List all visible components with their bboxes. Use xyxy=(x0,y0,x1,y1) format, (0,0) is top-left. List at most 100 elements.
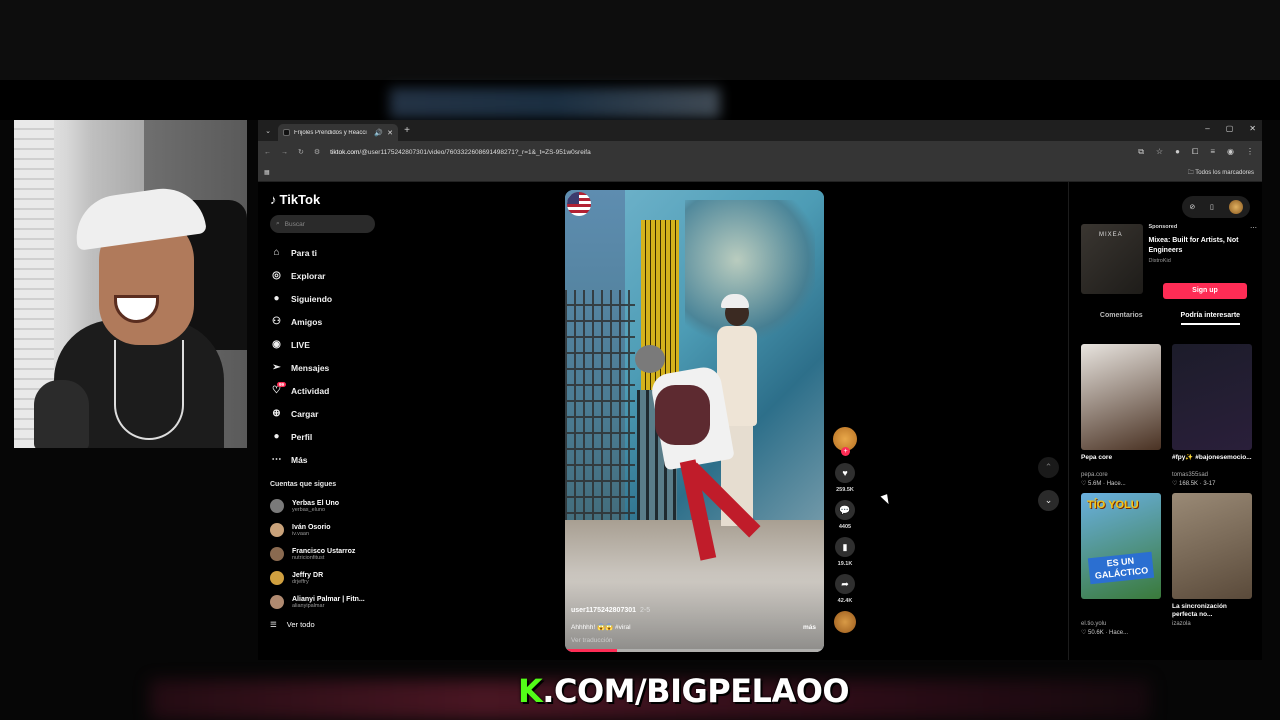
tab-title: Frijoles Prendidos y Reacci xyxy=(294,129,367,136)
following-list: Yerbas El Uno yerbas_eluno Iván Osorio iv.v… xyxy=(270,494,380,614)
extensions-icon[interactable]: ⧠ xyxy=(1192,147,1198,157)
signup-button[interactable]: Sign up xyxy=(1163,283,1247,299)
suggested-video-card[interactable]: La sincronización perfecta no... izazola xyxy=(1172,493,1252,636)
video-username[interactable]: user1175242807301 2-5 xyxy=(571,607,650,614)
suggested-video-card[interactable]: #fpy✨ #bajonesemocio... tomas355sad ♡ 168.… xyxy=(1172,344,1252,487)
following-item[interactable]: Iván Osorio iv.vaan xyxy=(270,518,380,542)
translate-link[interactable]: Ver traducción xyxy=(571,637,613,644)
back-icon[interactable]: ← xyxy=(264,149,271,156)
share-button[interactable]: ➦ xyxy=(835,574,855,594)
search-icon: ⌕ xyxy=(276,220,280,227)
list-icon: ☰ xyxy=(270,619,277,629)
creator-avatar[interactable]: + xyxy=(833,427,857,456)
sidebar-item-following[interactable]: ● Siguiendo xyxy=(270,287,380,310)
video-title xyxy=(1081,603,1161,619)
tiktok-logo[interactable]: ♪ TikTok xyxy=(270,192,380,207)
sidebar-item-upload[interactable]: ⊕ Cargar xyxy=(270,402,380,425)
minimize-button[interactable]: – xyxy=(1205,124,1209,133)
ad-image-label: MIXEA xyxy=(1099,232,1123,238)
speaker-icon[interactable]: 🔊 xyxy=(374,129,383,137)
see-all-link[interactable]: ☰ Ver todo xyxy=(270,614,380,634)
video-author[interactable]: el.tio.yolu xyxy=(1081,621,1161,627)
all-bookmarks[interactable]: 🗀 Todos los marcadores xyxy=(1188,168,1254,178)
bookmark-icon: ▮ xyxy=(842,541,848,552)
comment-button[interactable]: 💬 xyxy=(835,500,855,520)
site-info-icon[interactable]: ⚙ xyxy=(314,148,320,156)
video-author[interactable]: tomas355sad xyxy=(1172,472,1252,478)
restore-button[interactable]: ▢ xyxy=(1226,124,1234,133)
like-count: 259.5K xyxy=(836,487,854,493)
device-icon[interactable]: ▯ xyxy=(1210,203,1214,211)
see-all-label: Ver todo xyxy=(286,619,315,629)
close-window-button[interactable]: ✕ xyxy=(1249,124,1256,133)
search-input[interactable]: ⌕ Buscar xyxy=(270,215,375,233)
video-title: La sincronización perfecta no... xyxy=(1172,603,1227,618)
webcam-streamer-chain xyxy=(114,340,184,440)
avatar xyxy=(270,523,284,537)
tab-search-caret-icon[interactable]: ⌄ xyxy=(258,127,278,135)
ad-more-icon[interactable]: ⋯ xyxy=(1250,224,1257,232)
url-field[interactable]: tiktok.com/@user1175242807301/video/7603… xyxy=(330,149,591,156)
menu-icon[interactable]: ⋮ xyxy=(1246,147,1254,157)
close-tab-icon[interactable]: ✕ xyxy=(387,129,393,137)
thumbnail-overlay-title: TÍO YOLU xyxy=(1087,499,1139,511)
tiktok-note-icon: ♪ xyxy=(270,192,277,207)
us-flag-icon xyxy=(567,192,591,216)
install-icon[interactable]: ⧉ xyxy=(1138,147,1144,157)
like-button[interactable]: ♥ xyxy=(835,463,855,483)
sidebar-item-live[interactable]: ◉ LIVE xyxy=(270,333,380,356)
video-progress-bar[interactable] xyxy=(565,649,824,652)
sponsored-tag: Sponsored xyxy=(1148,224,1178,230)
extension-1-icon[interactable]: ● xyxy=(1175,147,1180,157)
video-author[interactable]: izazola xyxy=(1172,621,1252,627)
apps-grid-icon[interactable]: ▦ xyxy=(264,169,270,176)
sidebar-item-compass[interactable]: ◎ Explorar xyxy=(270,264,380,287)
caption-more-link[interactable]: más xyxy=(803,624,816,631)
upload-icon: ⊕ xyxy=(272,408,281,419)
tiktok-logo-text: TikTok xyxy=(279,192,321,207)
profile-icon: ● xyxy=(273,431,280,442)
video-player[interactable]: user1175242807301 2-5 Ahhhhh! 😱😱 #viral m… xyxy=(565,190,824,652)
sidebar-item-send[interactable]: ➢ Mensajes xyxy=(270,356,380,379)
forward-icon[interactable]: → xyxy=(281,149,288,156)
bookmark-star-icon[interactable]: ☆ xyxy=(1156,147,1163,157)
video-author[interactable]: pepa.core xyxy=(1081,472,1161,478)
sidebar-item-more[interactable]: ⋯ Más xyxy=(270,448,380,471)
tab-you-may-like[interactable]: Podría interesarte xyxy=(1180,312,1241,325)
suggested-video-card[interactable]: Pepa core pepa.core ♡ 5.6M · Hace... xyxy=(1081,344,1161,487)
avatar xyxy=(270,547,284,561)
avatar xyxy=(270,499,284,513)
compass-small-icon[interactable]: ⊘ xyxy=(1189,203,1195,211)
user-avatar[interactable] xyxy=(1228,200,1243,214)
bookmarks-bar: ▦ 🗀 Todos los marcadores xyxy=(258,163,1262,182)
previous-video-button[interactable]: ⌃ xyxy=(1038,457,1059,478)
following-item[interactable]: Yerbas El Uno yerbas_eluno xyxy=(270,494,380,518)
sidebar-item-activity[interactable]: ♡ 99 Actividad xyxy=(270,379,380,402)
more-icon: ⋯ xyxy=(271,454,282,465)
tiktok-sidebar: ♪ TikTok ⌕ Buscar ⌂ Para ti ◎ Explorar ● Sigu… xyxy=(270,192,380,634)
profile-icon[interactable]: ◉ xyxy=(1227,147,1234,157)
following-item[interactable]: Alianyi Palmar | Fitn... alianyipalmar xyxy=(270,590,380,614)
follow-plus-icon[interactable]: + xyxy=(841,447,850,456)
media-icon[interactable]: ≡ xyxy=(1210,147,1215,157)
new-tab-button[interactable]: + xyxy=(398,125,416,136)
sidebar-item-label: Más xyxy=(291,454,308,465)
browser-window: ⌄ Frijoles Prendidos y Reacci 🔊 ✕ + – ▢ … xyxy=(258,120,1262,660)
video-meta: ♡ 5.6M · Hace... xyxy=(1081,481,1126,487)
next-video-button[interactable]: ⌄ xyxy=(1038,490,1059,511)
video-scene-man-kicking xyxy=(635,345,761,575)
sidebar-item-friends[interactable]: ⚇ Amigos xyxy=(270,310,380,333)
sidebar-item-home[interactable]: ⌂ Para ti xyxy=(270,241,380,264)
mouse-cursor-icon xyxy=(880,494,891,506)
video-meta: ♡ 50.6K · Hace... xyxy=(1081,630,1129,636)
tab-comments[interactable]: Comentarios xyxy=(1100,312,1143,325)
music-disc-icon[interactable] xyxy=(834,611,856,633)
following-item[interactable]: Francisco Ustarroz nutricionfitust xyxy=(270,542,380,566)
sidebar-item-profile[interactable]: ● Perfil xyxy=(270,425,380,448)
save-button[interactable]: ▮ xyxy=(835,537,855,557)
suggested-video-card[interactable]: TÍO YOLU ES UN GALÁCTICO el.tio.yolu ♡ 50.6… xyxy=(1081,493,1161,636)
reload-icon[interactable]: ↻ xyxy=(298,148,304,156)
sidebar-item-label: Cargar xyxy=(291,408,319,419)
browser-tab[interactable]: Frijoles Prendidos y Reacci 🔊 ✕ xyxy=(278,124,398,141)
following-item[interactable]: Jeffry DR drjeffry xyxy=(270,566,380,590)
